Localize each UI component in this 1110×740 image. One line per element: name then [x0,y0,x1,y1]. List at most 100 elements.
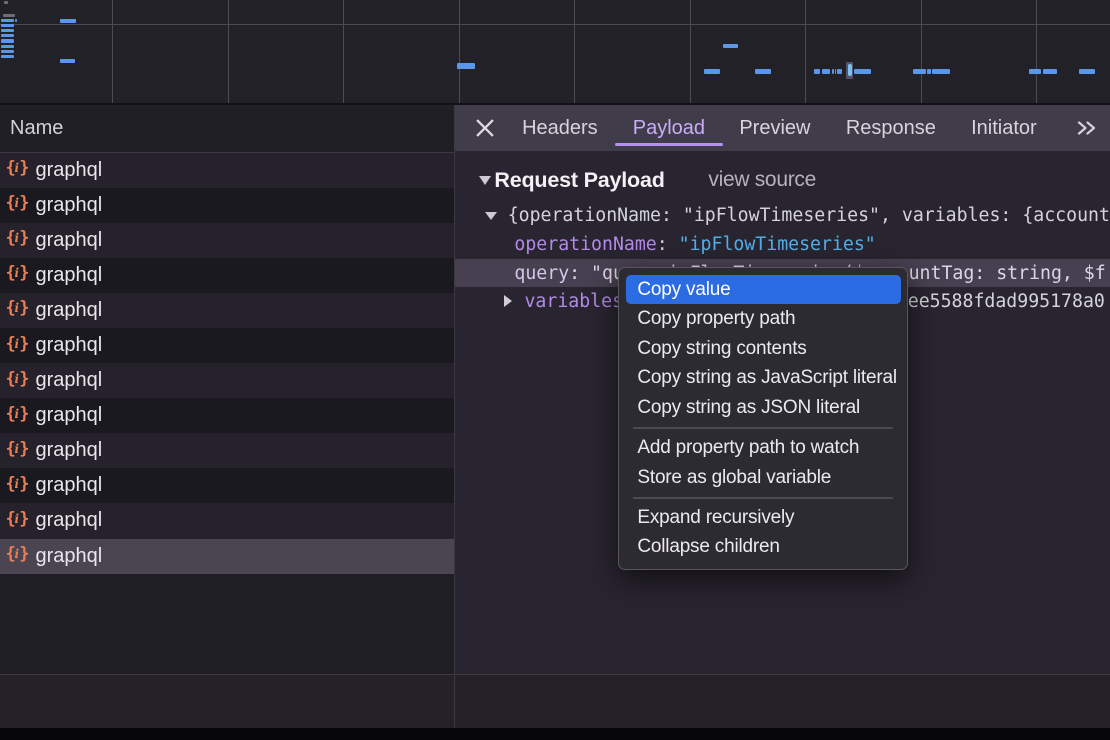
context-menu: Copy valueCopy property pathCopy string … [618,267,908,569]
waterfall-bar [814,69,821,74]
overview-gridline [459,0,460,103]
brace-close: } [19,298,29,318]
close-icon[interactable] [475,119,494,138]
network-overview-waterfall[interactable] [0,0,1110,103]
request-row[interactable]: {i}graphql [0,503,454,538]
waterfall-bar [913,69,926,74]
waterfall-bar [4,1,8,4]
view-source-link[interactable]: view source [708,165,816,195]
active-tab-underline [615,143,723,147]
tab-preview[interactable]: Preview [739,105,810,151]
section-collapse-icon[interactable] [479,176,491,185]
expanded-arrow-icon[interactable] [485,212,497,220]
waterfall-bar [1029,69,1041,74]
tab-label: Preview [739,117,810,140]
waterfall-bar [1,55,14,58]
payload-segment: : [657,234,679,255]
request-name: graphql [36,159,103,182]
request-name: graphql [36,194,103,217]
request-row[interactable]: {i}graphql [0,258,454,293]
overview-gridline [228,0,229,103]
request-row[interactable]: {i}graphql [0,363,454,398]
waterfall-bar [60,59,75,63]
tab-headers[interactable]: Headers [522,105,598,151]
waterfall-bar [1,19,14,22]
request-name: graphql [36,334,103,357]
waterfall-bar [927,69,931,74]
menu-item-copy-property-path[interactable]: Copy property path [619,304,907,334]
request-name: graphql [36,439,103,462]
tab-response[interactable]: Response [846,105,936,151]
overview-gridline [690,0,691,103]
tab-initiator[interactable]: Initiator [971,105,1037,151]
waterfall-bar [854,69,872,74]
requests-column-header[interactable]: Name [0,105,454,153]
menu-item-copy-value[interactable]: Copy value [626,275,901,305]
waterfall-bar [1,29,14,32]
brace-close: } [19,509,29,529]
waterfall-bar [15,19,18,22]
brace-close: } [19,439,29,459]
menu-item-copy-string-as-javascript-literal[interactable]: Copy string as JavaScript literal [619,364,907,394]
json-braces-icon: {i} [7,265,29,285]
devtools-network-panel: Name {i} graphql {i} graphql {i} graphql {i} gr… [0,0,1110,740]
request-row[interactable]: {i} graphql [0,188,454,223]
payload-segment: operationName [514,234,656,255]
overview-gridline [574,0,575,103]
request-name: graphql [36,474,103,497]
panel-splitter[interactable] [454,105,456,728]
waterfall-bar [1079,69,1095,74]
overview-gridline [112,0,113,103]
brace-close: } [19,263,29,283]
brace-close: } [19,193,29,213]
json-braces-icon: {i} [7,406,29,426]
waterfall-bar [1043,69,1057,74]
waterfall-bar [822,69,831,74]
status-bar [0,675,1110,728]
json-braces-icon: {i} [7,476,29,496]
menu-item-store-as-global-variable[interactable]: Store as global variable [619,463,907,493]
menu-item-collapse-children[interactable]: Collapse children [619,533,907,563]
json-braces-icon: {i} [7,195,29,215]
request-row[interactable]: {i}graphql [0,223,454,258]
menu-item-add-property-path-to-watch[interactable]: Add property path to watch [619,433,907,463]
menu-separator [633,427,893,429]
request-name: graphql [36,229,103,252]
payload-segment: : [569,263,591,284]
request-row[interactable]: {i} graphql [0,328,454,363]
request-row[interactable]: {i}graphql [0,433,454,468]
request-row[interactable]: {i}graphql [0,293,454,328]
waterfall-bar [723,44,738,48]
waterfall-bar [704,69,720,74]
waterfall-bar [932,69,950,74]
waterfall-bar [1,45,14,48]
request-row[interactable]: {i} graphql [0,468,454,503]
brace-close: } [19,158,29,178]
payload-tree-row[interactable]: operationName: "ipFlowTimeseries" [455,230,1110,259]
menu-item-expand-recursively[interactable]: Expand recursively [619,503,907,533]
collapsed-arrow-icon[interactable] [504,295,512,307]
waterfall-bar [832,69,834,74]
request-row[interactable]: {i} graphql [0,153,454,188]
brace-close: } [19,369,29,389]
overview-gridline [0,24,1110,25]
brace-close: } [19,404,29,424]
brace-close: } [19,228,29,248]
waterfall-bar [1,34,14,37]
menu-item-copy-string-as-json-literal[interactable]: Copy string as JSON literal [619,393,907,423]
menu-item-copy-string-contents[interactable]: Copy string contents [619,334,907,364]
json-braces-icon: {i} [7,160,29,180]
request-row[interactable]: {i}graphql [0,398,454,433]
waterfall-bar [837,69,842,74]
waterfall-bar [457,63,475,69]
tab-label: Headers [522,117,598,140]
tab-label: Initiator [971,117,1037,140]
request-row[interactable]: {i}graphql [0,539,454,574]
json-braces-icon: {i} [7,336,29,356]
tab-label: Payload [633,117,705,140]
more-tabs-icon[interactable] [1076,105,1098,151]
brace-close: } [19,334,29,354]
json-braces-icon: {i} [7,371,29,391]
payload-tree-row[interactable]: {operationName: "ipFlowTimeseries", vari… [455,202,1110,231]
menu-separator [633,497,893,499]
